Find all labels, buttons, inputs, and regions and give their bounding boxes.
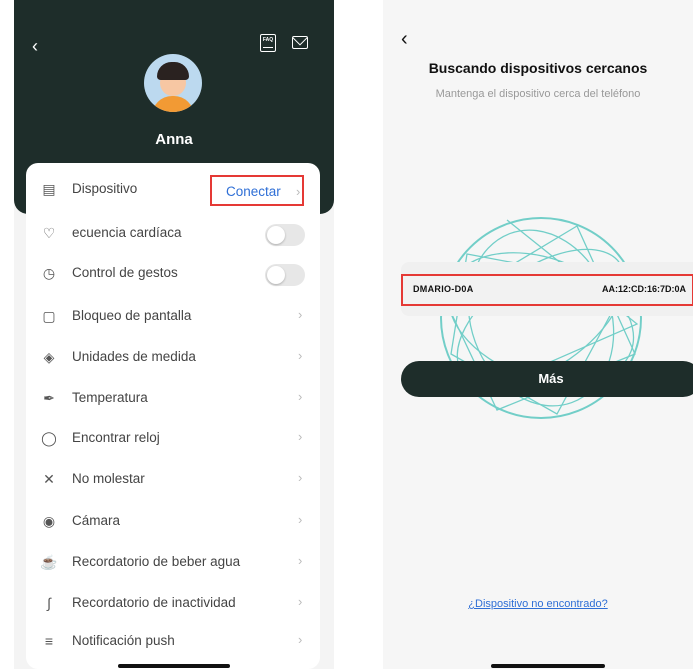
setting-label: Notificación push [72,633,175,648]
clock-icon: ◷ [42,265,56,281]
setting-label: Dispositivo [72,181,138,196]
setting-label: Recordatorio de inactividad [72,595,236,610]
settings-list: ▤ Dispositivo Conectar › ♡ ecuencia card… [26,163,320,669]
setting-label: No molestar [72,471,145,486]
ruler-icon: ◈ [43,349,55,365]
home-indicator [118,664,230,668]
more-button[interactable]: Más [401,361,693,397]
device-search-screen: ‹ Buscando dispositivos cercanos Manteng… [383,0,693,669]
heart-rate-toggle[interactable] [265,224,305,246]
back-icon[interactable]: ‹ [32,36,38,57]
chevron-right-icon: › [296,184,301,199]
back-icon[interactable]: ‹ [401,28,408,51]
device-name: DMARIO-D0A [413,284,474,294]
faq-icon[interactable]: FAQ [260,34,276,52]
avatar[interactable] [144,54,202,112]
setting-row-do-not-disturb[interactable]: ✕ No molestar › [26,459,320,499]
find-watch-icon: ◯ [41,430,57,446]
chevron-right-icon: › [298,512,303,527]
mail-icon[interactable] [292,36,308,49]
settings-screen: ‹ FAQ Anna ▤ Dispositivo Conectar › ♡ ec… [14,0,334,669]
setting-label: Unidades de medida [72,349,196,364]
device-mac: AA:12:CD:16:7D:0A [601,284,686,294]
setting-row-device[interactable]: ▤ Dispositivo Conectar › [26,169,320,209]
setting-label: Cámara [72,513,121,528]
user-name: Anna [155,131,193,148]
seat-icon: ∫ [47,595,51,611]
setting-row-units[interactable]: ◈ Unidades de medida › [26,337,320,377]
page-title: Buscando dispositivos cercanos [428,60,648,76]
setting-row-camera[interactable]: ◉ Cámara › [26,501,320,541]
setting-row-screen-lock[interactable]: ▢ Bloqueo de pantalla › [26,296,320,336]
setting-row-push[interactable]: ≡ Notificación push › [26,621,320,661]
lock-icon: ▢ [42,308,56,324]
message-icon: ≡ [44,633,54,649]
chevron-right-icon: › [298,389,303,404]
setting-row-inactivity-reminder[interactable]: ∫ Recordatorio de inactividad › [26,583,320,623]
chevron-right-icon: › [298,632,303,647]
setting-row-heart-rate[interactable]: ♡ ecuencia cardíaca [26,213,320,253]
bell-off-icon: ✕ [43,471,55,487]
page-subtitle: Mantenga el dispositivo cerca del teléfo… [435,88,641,100]
connect-button[interactable]: Conectar › [210,175,304,206]
device-list: DMARIO-D0A AA:12:CD:16:7D:0A [401,262,693,316]
device-not-found-link[interactable]: ¿Dispositivo no encontrado? [383,598,693,610]
chevron-right-icon: › [298,553,303,568]
chevron-right-icon: › [298,348,303,363]
connect-label: Conectar [226,184,281,199]
setting-label: Bloqueo de pantalla [72,308,192,323]
setting-row-temperature[interactable]: ✒ Temperatura › [26,378,320,418]
gesture-toggle[interactable] [265,264,305,286]
chevron-right-icon: › [298,594,303,609]
faq-label: FAQ [262,37,274,43]
setting-row-find-watch[interactable]: ◯ Encontrar reloj › [26,418,320,458]
chevron-right-icon: › [298,470,303,485]
setting-label: Control de gestos [72,265,178,280]
setting-label: Recordatorio de beber agua [72,554,241,569]
chevron-right-icon: › [298,429,303,444]
heart-rate-icon: ♡ [42,225,56,241]
setting-label: Temperatura [72,390,148,405]
setting-row-gestures[interactable]: ◷ Control de gestos [26,253,320,293]
cup-icon: ☕ [40,554,58,570]
setting-label: ecuencia cardíaca [72,225,182,240]
list-icon: ▤ [42,181,56,197]
camera-icon: ◉ [42,513,56,529]
home-indicator [491,664,605,668]
setting-row-water-reminder[interactable]: ☕ Recordatorio de beber agua › [26,542,320,582]
setting-label: Encontrar reloj [72,430,160,445]
feather-icon: ✒ [43,390,55,406]
chevron-right-icon: › [298,307,303,322]
device-item[interactable]: DMARIO-D0A AA:12:CD:16:7D:0A [401,274,693,306]
